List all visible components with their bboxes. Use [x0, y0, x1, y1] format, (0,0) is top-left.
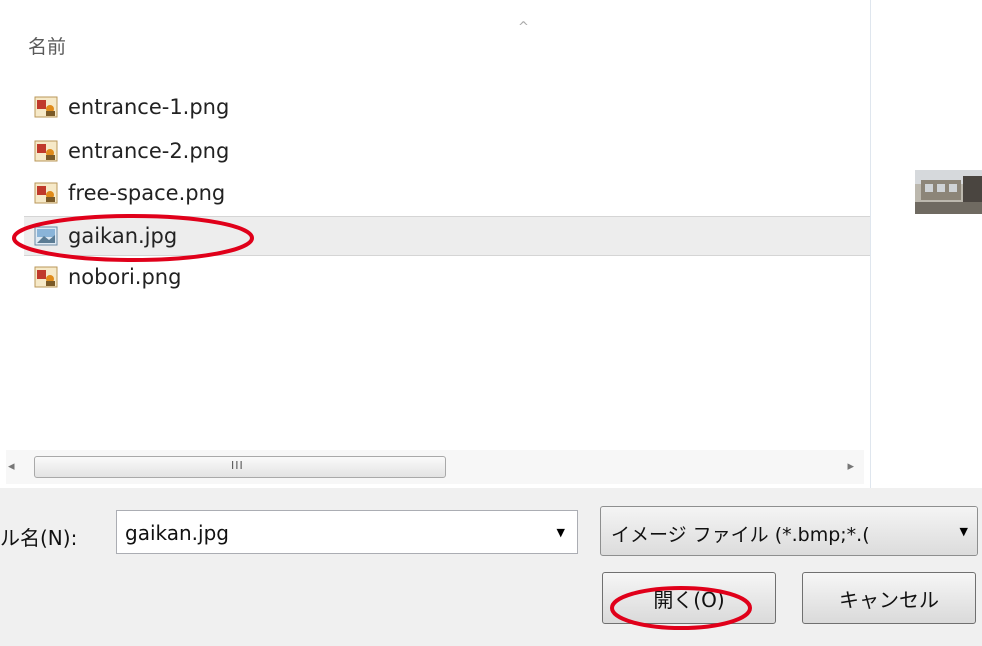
file-item-gaikan[interactable]: gaikan.jpg [24, 216, 870, 256]
cancel-button[interactable]: キャンセル [802, 572, 976, 624]
file-list-pane: ^ 名前 entrance-1.png entrance-2.png free-… [0, 0, 870, 488]
file-name: entrance-1.png [68, 95, 230, 119]
sort-arrow-icon: ^ [518, 20, 529, 35]
file-item-entrance-2[interactable]: entrance-2.png [24, 132, 870, 170]
scrollbar-thumb[interactable]: III [34, 456, 446, 478]
preview-thumbnail [915, 170, 982, 214]
grip-icon: III [231, 459, 244, 472]
png-image-icon [34, 96, 58, 118]
filename-label: ル名(N): [0, 526, 78, 550]
chevron-down-icon[interactable]: ▼ [557, 526, 565, 539]
png-image-icon [34, 266, 58, 288]
horizontal-scrollbar[interactable]: ◂ III ▸ [6, 450, 864, 484]
chevron-down-icon: ▼ [959, 525, 968, 538]
file-name: nobori.png [68, 265, 182, 289]
file-item-free-space[interactable]: free-space.png [24, 174, 870, 212]
file-type-filter-select[interactable]: イメージ ファイル (*.bmp;*.( ▼ [600, 506, 978, 556]
file-item-entrance-1[interactable]: entrance-1.png [24, 88, 870, 126]
file-name: gaikan.jpg [68, 224, 178, 248]
scroll-right-icon[interactable]: ▸ [847, 459, 854, 474]
file-item-nobori[interactable]: nobori.png [24, 258, 870, 296]
filename-value: gaikan.jpg [125, 521, 229, 545]
preview-pane [870, 0, 982, 488]
column-header-name[interactable]: 名前 [28, 32, 66, 59]
png-image-icon [34, 140, 58, 162]
open-button[interactable]: 開く(O) [602, 572, 776, 624]
png-image-icon [34, 182, 58, 204]
scroll-left-icon[interactable]: ◂ [8, 459, 15, 474]
jpg-image-icon [34, 226, 58, 246]
filename-input[interactable]: gaikan.jpg ▼ [116, 510, 578, 554]
file-name: entrance-2.png [68, 139, 230, 163]
file-type-filter-value: イメージ ファイル (*.bmp;*.( [611, 524, 870, 546]
file-name: free-space.png [68, 181, 226, 205]
filter-dropdown-button[interactable]: ▼ [947, 507, 977, 555]
